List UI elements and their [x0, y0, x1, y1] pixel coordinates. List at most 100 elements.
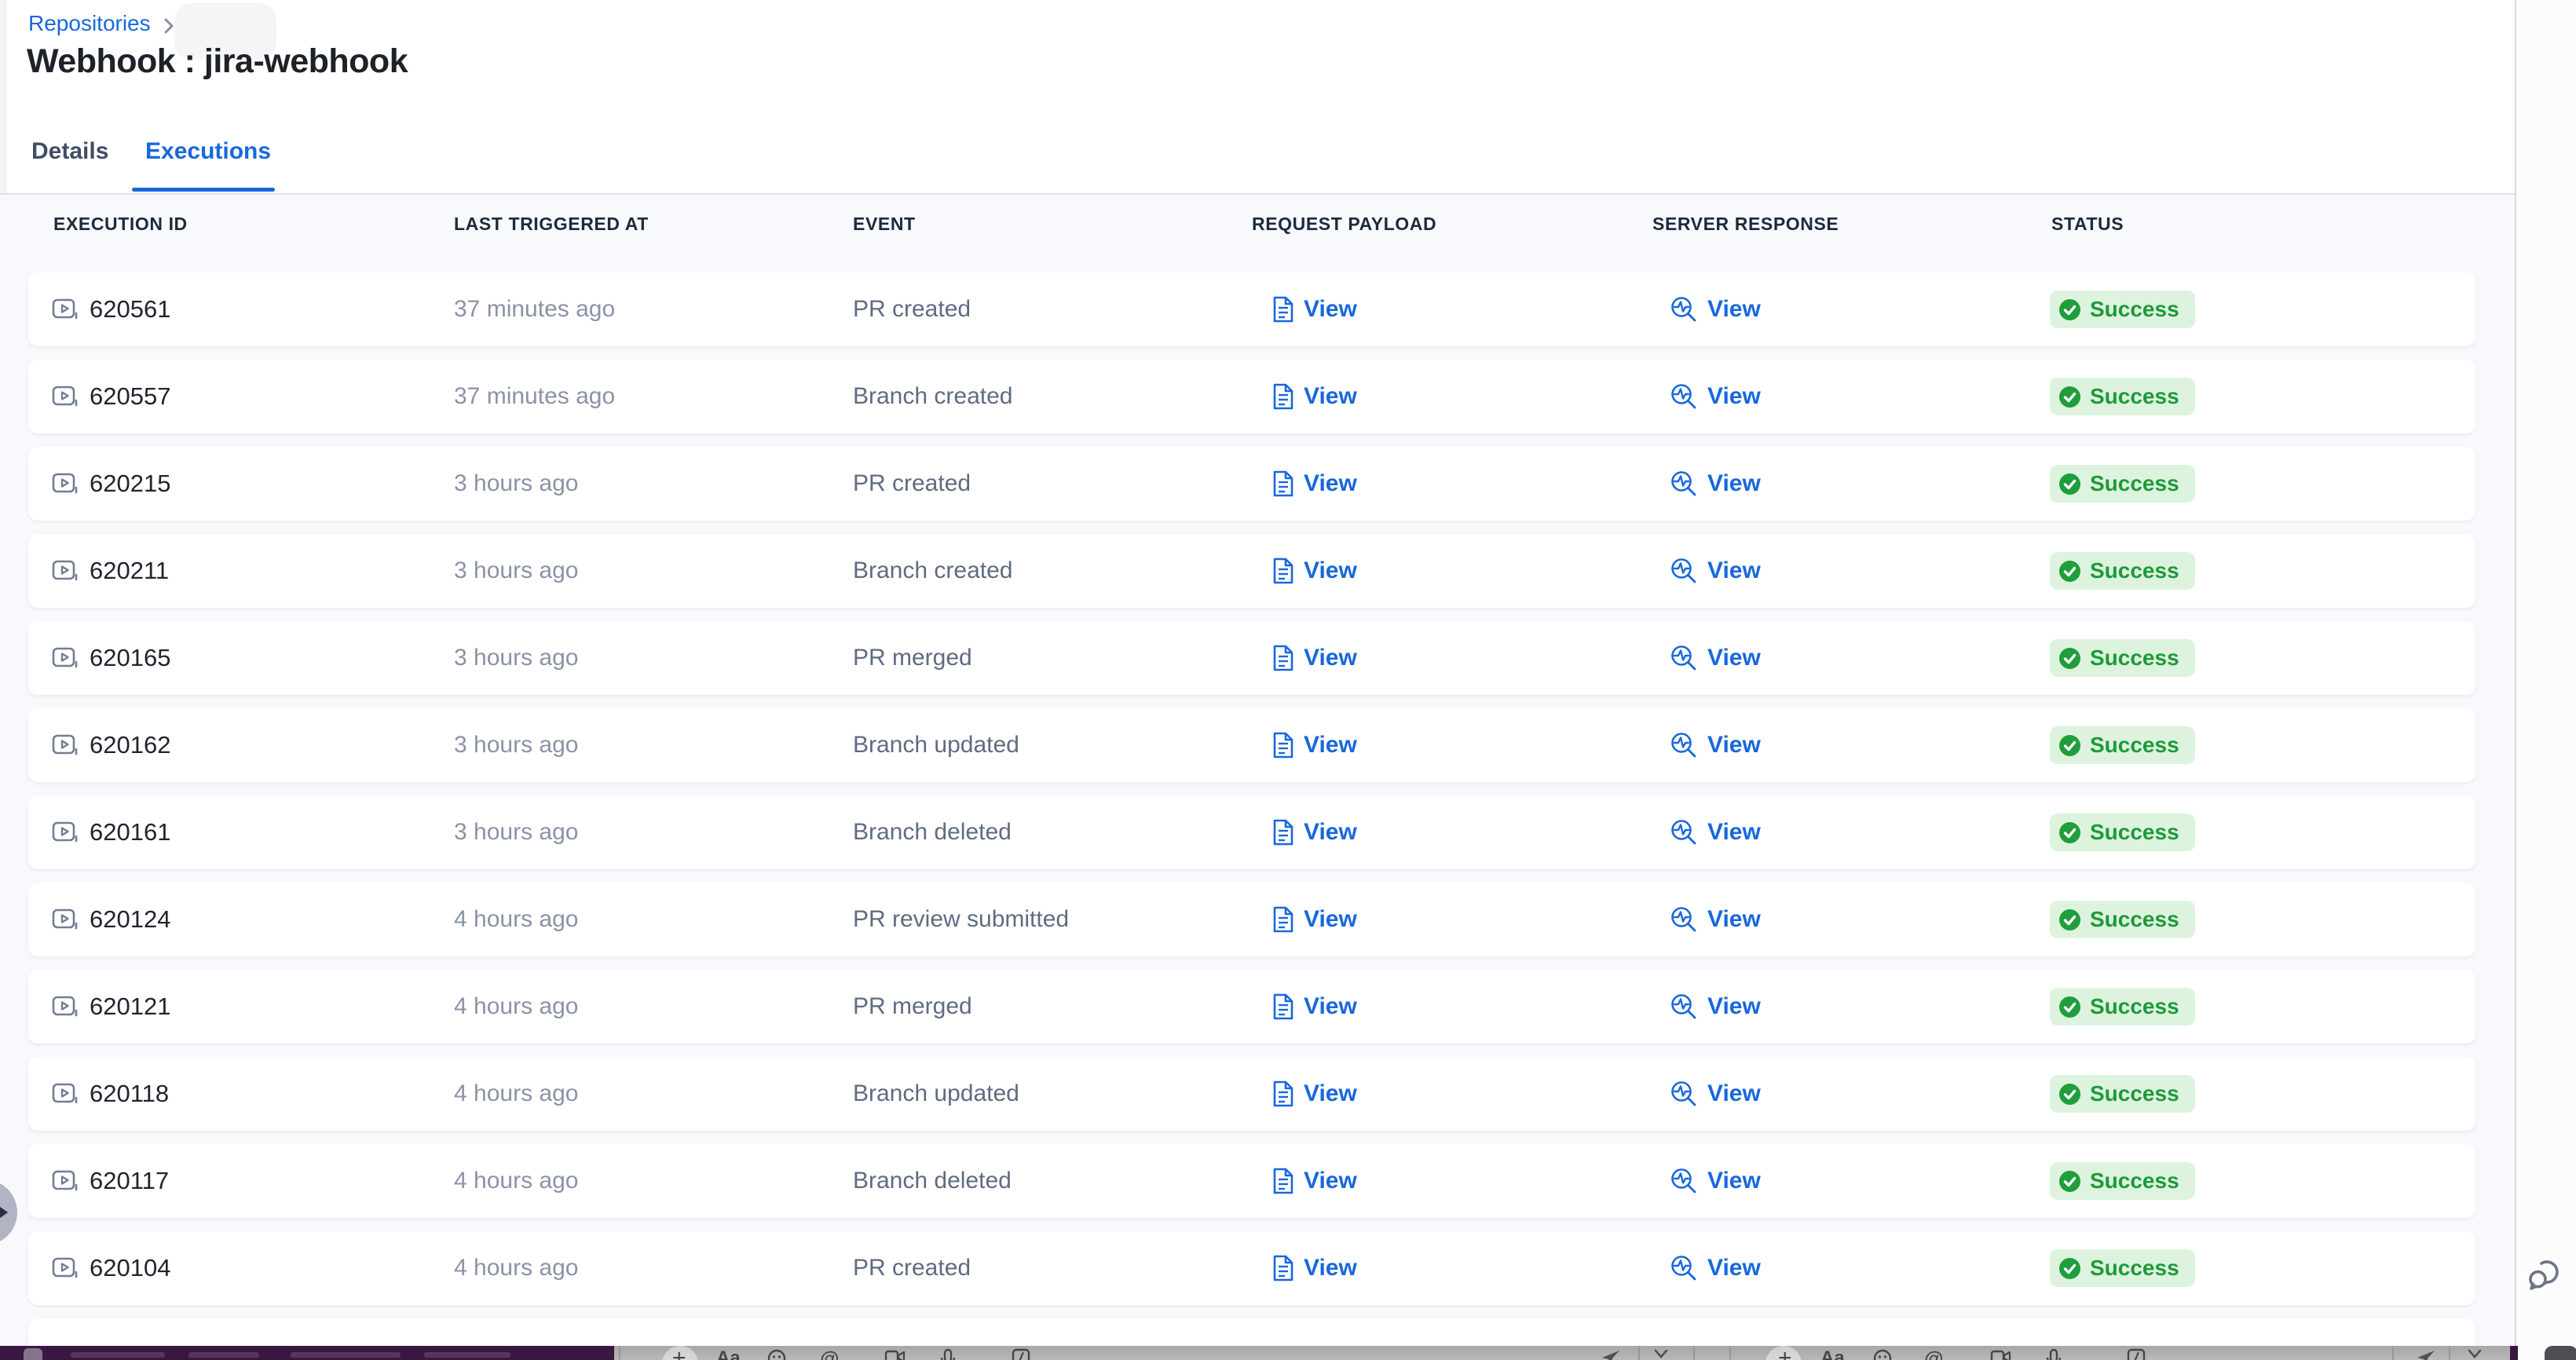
- server-response-view-link[interactable]: View: [1670, 883, 1761, 956]
- request-payload-view-link[interactable]: View: [1272, 1057, 1357, 1131]
- last-triggered-at: 4 hours ago: [454, 1144, 578, 1218]
- execution-id: 620121: [90, 993, 170, 1021]
- document-icon: [1272, 558, 1294, 584]
- event-label: PR created: [853, 1231, 971, 1305]
- tab-executions[interactable]: Executions: [145, 138, 271, 165]
- status-label: Success: [2090, 471, 2179, 496]
- table-row: 620118 4 hours ago Branch updated View V…: [28, 1057, 2475, 1131]
- check-circle-icon: [2058, 473, 2081, 495]
- view-link-label: View: [1707, 383, 1761, 410]
- view-link-label: View: [1304, 1255, 1357, 1281]
- status-label: Success: [2090, 994, 2179, 1019]
- status-badge: Success: [2050, 813, 2195, 851]
- tab-details[interactable]: Details: [31, 138, 108, 165]
- last-triggered-at: 4 hours ago: [454, 970, 578, 1044]
- last-triggered-at: 3 hours ago: [454, 447, 578, 521]
- background-purple-edge: [2510, 1346, 2518, 1360]
- server-response-view-link[interactable]: View: [1670, 1144, 1761, 1218]
- document-icon: [1272, 296, 1294, 323]
- request-payload-view-link[interactable]: View: [1272, 795, 1357, 869]
- play-frame-icon: [52, 908, 79, 931]
- view-link-label: View: [1304, 819, 1357, 846]
- event-label: PR merged: [853, 970, 972, 1044]
- server-response-view-link[interactable]: View: [1670, 272, 1761, 346]
- slash-command-icon: [1012, 1348, 1030, 1360]
- last-triggered-at: 4 hours ago: [454, 883, 578, 956]
- execution-id: 620104: [90, 1254, 170, 1282]
- request-payload-view-link[interactable]: View: [1272, 272, 1357, 346]
- check-circle-icon: [2058, 1257, 2081, 1280]
- request-payload-view-link[interactable]: View: [1272, 708, 1357, 782]
- status-label: Success: [2090, 820, 2179, 845]
- send-icon: [2416, 1348, 2436, 1360]
- server-response-view-link[interactable]: View: [1670, 708, 1761, 782]
- view-link-label: View: [1304, 993, 1357, 1020]
- slash-command-icon: [2127, 1348, 2146, 1360]
- server-response-view-link[interactable]: View: [1670, 1231, 1761, 1305]
- request-payload-view-link[interactable]: View: [1272, 534, 1357, 608]
- event-label: Branch updated: [853, 708, 1019, 782]
- status-label: Success: [2090, 1081, 2179, 1106]
- request-payload-view-link[interactable]: View: [1272, 883, 1357, 956]
- status-badge: Success: [2050, 639, 2195, 677]
- server-response-view-link[interactable]: View: [1670, 970, 1761, 1044]
- last-triggered-at: 3 hours ago: [454, 534, 578, 608]
- server-response-view-link[interactable]: View: [1670, 621, 1761, 695]
- play-frame-icon: [52, 298, 79, 321]
- search-pulse-icon: [1670, 1254, 1698, 1282]
- table-row: 620165 3 hours ago PR merged View View: [28, 621, 2475, 695]
- view-link-label: View: [1707, 732, 1761, 759]
- active-tab-underline: [132, 188, 275, 192]
- status-badge: Success: [2050, 1162, 2195, 1200]
- status-label: Success: [2090, 384, 2179, 409]
- event-label: PR created: [853, 447, 971, 521]
- request-payload-view-link[interactable]: View: [1272, 447, 1357, 521]
- view-link-label: View: [1304, 470, 1357, 497]
- request-payload-view-link[interactable]: View: [1272, 1144, 1357, 1218]
- search-pulse-icon: [1670, 818, 1698, 846]
- request-payload-view-link[interactable]: View: [1272, 621, 1357, 695]
- chevron-down-icon: [1654, 1348, 1668, 1360]
- play-frame-icon: [52, 472, 79, 495]
- view-link-label: View: [1707, 558, 1761, 584]
- status-label: Success: [2090, 1256, 2179, 1281]
- column-header-server-response: SERVER RESPONSE: [1652, 214, 1839, 235]
- column-header-request-payload: REQUEST PAYLOAD: [1252, 214, 1436, 235]
- request-payload-view-link[interactable]: View: [1272, 360, 1357, 433]
- execution-id: 620211: [90, 557, 169, 585]
- event-label: Branch created: [853, 360, 1012, 433]
- search-pulse-icon: [1670, 993, 1698, 1021]
- document-icon: [1272, 1080, 1294, 1107]
- request-payload-view-link[interactable]: View: [1272, 1231, 1357, 1305]
- background-window-corner: [2545, 1346, 2576, 1360]
- event-label: PR merged: [853, 621, 972, 695]
- chat-bubbles-icon[interactable]: [2526, 1253, 2567, 1298]
- server-response-view-link[interactable]: View: [1670, 534, 1761, 608]
- view-link-label: View: [1304, 645, 1357, 671]
- table-row: 620557 37 minutes ago Branch created Vie…: [28, 360, 2475, 433]
- play-frame-icon: [52, 995, 79, 1018]
- server-response-view-link[interactable]: View: [1670, 1057, 1761, 1131]
- breadcrumb-repositories[interactable]: Repositories: [28, 11, 151, 36]
- server-response-view-link[interactable]: View: [1670, 795, 1761, 869]
- chevron-right-icon: [0, 1203, 9, 1222]
- last-triggered-at: 4 hours ago: [454, 1057, 578, 1131]
- server-response-view-link[interactable]: View: [1670, 447, 1761, 521]
- event-label: PR review submitted: [853, 883, 1069, 956]
- status-badge: Success: [2050, 1249, 2195, 1287]
- request-payload-view-link[interactable]: View: [1272, 970, 1357, 1044]
- document-icon: [1272, 1255, 1294, 1281]
- server-response-view-link[interactable]: View: [1670, 360, 1761, 433]
- text-format-icon: Aa: [716, 1348, 741, 1360]
- execution-id: 620215: [90, 470, 170, 498]
- check-circle-icon: [2058, 1170, 2081, 1193]
- column-header-status: STATUS: [2051, 214, 2124, 235]
- play-frame-icon: [52, 646, 79, 670]
- status-badge: Success: [2050, 726, 2195, 764]
- left-edge-strip: [0, 0, 7, 193]
- search-pulse-icon: [1670, 1080, 1698, 1108]
- check-circle-icon: [2058, 821, 2081, 844]
- table-row: 620124 4 hours ago PR review submitted V…: [28, 883, 2475, 956]
- search-pulse-icon: [1670, 470, 1698, 498]
- execution-id: 620118: [90, 1080, 169, 1108]
